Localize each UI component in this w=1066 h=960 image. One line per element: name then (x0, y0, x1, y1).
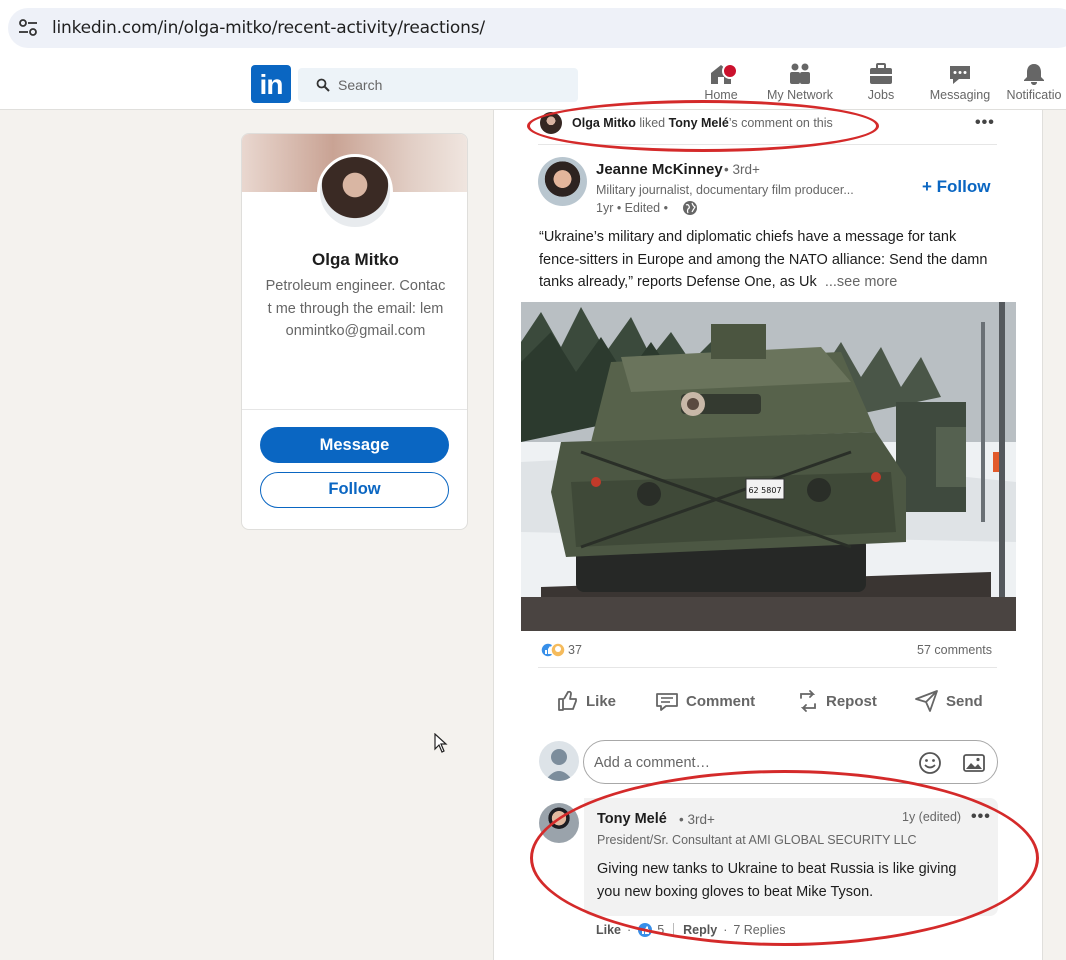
follow-button[interactable]: Follow (260, 472, 449, 508)
nav-label: Home (704, 88, 738, 102)
author-name[interactable]: Jeanne McKinney (596, 161, 723, 178)
divider (538, 144, 997, 145)
follow-author-button[interactable]: + Follow (922, 177, 990, 197)
repost-icon (800, 690, 816, 712)
current-user-avatar (539, 741, 579, 781)
commenter-degree: • 3rd+ (679, 812, 715, 827)
comment-timestamp: 1y (edited) (902, 810, 962, 824)
more-options-icon[interactable]: ••• (975, 114, 995, 132)
comment-more-options-icon[interactable]: ••• (971, 808, 991, 826)
repost-label: Repost (826, 692, 877, 710)
divider (538, 667, 997, 668)
actor-name[interactable]: Olga Mitko (572, 116, 636, 130)
post-image[interactable]: 62 5807 (521, 302, 1016, 631)
repost-button[interactable]: Repost (796, 686, 877, 716)
nav-label: Notificatio (1006, 88, 1062, 102)
author-avatar[interactable] (538, 157, 587, 206)
nav-jobs[interactable]: Jobs (862, 62, 900, 108)
messaging-icon (950, 66, 970, 84)
like-icon (558, 690, 577, 711)
activity-header: Olga Mitko liked Tony Melé’s comment on … (572, 116, 833, 130)
globe-icon (683, 201, 697, 215)
send-icon (915, 690, 938, 712)
mouse-cursor-icon (434, 733, 448, 753)
emoji-icon[interactable] (918, 751, 942, 775)
profile-bio: Petroleum engineer. Contact me through t… (265, 278, 446, 339)
activity-verb: liked (639, 116, 666, 130)
top-nav: in Home My Network Jobs Me (0, 58, 1066, 110)
search-icon (316, 78, 330, 92)
nav-home[interactable]: Home (700, 62, 742, 108)
comment-like-count[interactable]: 5 (657, 923, 664, 937)
notification-badge (722, 63, 738, 79)
search-input[interactable] (338, 75, 558, 95)
nav-label: Jobs (867, 88, 895, 102)
comment-composer[interactable] (583, 740, 998, 784)
profile-card: Olga Mitko Petroleum engineer. Contact m… (241, 133, 468, 530)
nav-my-network[interactable]: My Network (762, 62, 838, 108)
user-placeholder-icon (545, 749, 573, 781)
nav-messaging[interactable]: Messaging (926, 62, 994, 108)
commenter-name[interactable]: Tony Melé (597, 811, 667, 827)
comment-bubble: Tony Melé • 3rd+ 1y (edited) ••• Preside… (584, 798, 998, 916)
profile-avatar[interactable] (317, 154, 393, 230)
network-icon (790, 63, 810, 84)
author-headline: Military journalist, documentary film pr… (596, 183, 854, 197)
separator-dot: · (723, 923, 728, 937)
tank-photo: 62 5807 (521, 302, 1016, 631)
nav-label: Messaging (929, 88, 991, 102)
comment-input[interactable] (594, 752, 894, 774)
tank-plate-text: 62 5807 (748, 486, 781, 495)
divider (242, 409, 467, 410)
profile-name[interactable]: Olga Mitko (242, 250, 467, 270)
post-text: “Ukraine’s military and diplomatic chief… (539, 226, 997, 294)
comment-like-button[interactable]: Like (596, 923, 621, 937)
like-label: Like (586, 692, 617, 710)
linkedin-logo[interactable]: in (251, 65, 291, 103)
url-text[interactable]: linkedin.com/in/olga-mitko/recent-activi… (52, 18, 485, 38)
comment-icon (656, 693, 678, 711)
commenter-avatar[interactable] (539, 803, 579, 843)
comment-text: Giving new tanks to Ukraine to beat Russ… (597, 861, 957, 900)
site-settings-icon[interactable] (18, 19, 38, 37)
like-button[interactable]: Like (556, 686, 616, 716)
message-button[interactable]: Message (260, 427, 449, 463)
like-reaction-icon (638, 923, 653, 937)
send-label: Send (946, 692, 983, 710)
comment-button[interactable]: Comment (654, 686, 755, 716)
author-degree: • 3rd+ (724, 162, 760, 177)
nav-label: My Network (767, 88, 833, 102)
browser-toolbar: linkedin.com/in/olga-mitko/recent-activi… (0, 0, 1066, 58)
reactions-count[interactable]: 37 (568, 643, 582, 657)
bell-icon (1024, 64, 1044, 85)
post-timestamp: 1yr • Edited • (596, 201, 668, 215)
separator-dot: · (627, 923, 632, 937)
send-button[interactable]: Send (914, 686, 983, 716)
reaction-icons (540, 642, 566, 658)
see-more-link[interactable]: ...see more (825, 274, 898, 290)
post-body: “Ukraine’s military and diplomatic chief… (539, 229, 988, 290)
activity-suffix: ’s comment on this (728, 116, 833, 130)
comments-count[interactable]: 57 comments (917, 643, 992, 657)
target-name[interactable]: Tony Melé (669, 116, 729, 130)
actor-avatar[interactable] (540, 112, 562, 134)
separator (673, 923, 675, 937)
comment-label: Comment (686, 692, 756, 710)
comment-replies-link[interactable]: 7 Replies (733, 923, 785, 937)
commenter-headline: President/Sr. Consultant at AMI GLOBAL S… (597, 833, 917, 847)
nav-notifications[interactable]: Notificatio (1002, 62, 1066, 108)
search-box[interactable] (298, 68, 578, 102)
comment-actions: Like · 5 Reply · 7 Replies (596, 922, 785, 938)
briefcase-icon (870, 63, 892, 84)
comment-reply-button[interactable]: Reply (683, 923, 717, 937)
image-icon[interactable] (962, 751, 986, 775)
